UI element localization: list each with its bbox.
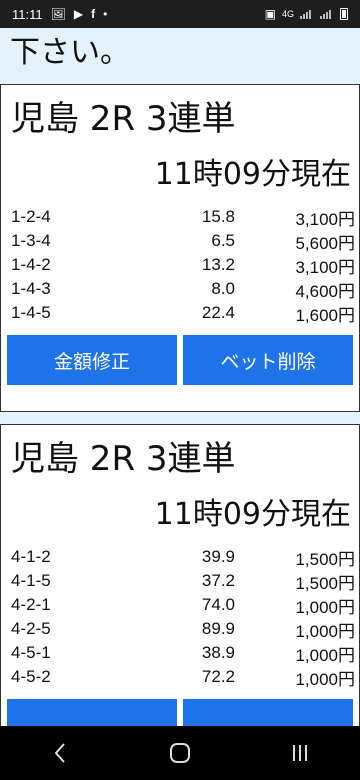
status-bar: 11:11 🖼 ▶ f • ▣ 4G bbox=[0, 0, 360, 28]
edit-amount-button[interactable] bbox=[7, 699, 177, 726]
odds: 39.9 bbox=[201, 547, 235, 566]
combo: 1-2-4 bbox=[11, 207, 51, 226]
amount: 1,000円 bbox=[295, 669, 355, 689]
combo: 4-2-1 bbox=[11, 595, 51, 614]
odds: 6.5 bbox=[211, 231, 235, 250]
delete-bet-button[interactable] bbox=[183, 699, 353, 726]
battery-saver-icon: ▣ bbox=[264, 7, 276, 21]
home-icon bbox=[170, 743, 190, 763]
combo: 4-2-5 bbox=[11, 619, 51, 638]
combo: 1-4-5 bbox=[11, 303, 51, 322]
combo: 1-3-4 bbox=[11, 231, 51, 250]
bet-row: 4-5-2 72.2 1,000円 bbox=[1, 665, 359, 689]
odds: 74.0 bbox=[201, 595, 235, 614]
bet-row: 1-3-4 6.5 5,600円 bbox=[1, 229, 359, 253]
odds: 37.2 bbox=[201, 571, 235, 590]
bet-list: 4-1-2 39.9 1,500円 4-1-5 37.2 1,500円 4-2-… bbox=[1, 545, 359, 689]
amount: 3,100円 bbox=[295, 209, 355, 229]
time-label: 11時09分現在 bbox=[154, 497, 351, 532]
4g-icon: 4G bbox=[281, 8, 294, 19]
dot-icon: • bbox=[103, 7, 108, 21]
home-button[interactable] bbox=[150, 733, 210, 773]
amount: 5,600円 bbox=[295, 233, 355, 253]
bet-row: 4-2-5 89.9 1,000円 bbox=[1, 617, 359, 641]
navigation-bar bbox=[0, 726, 360, 780]
amount: 1,600円 bbox=[295, 305, 355, 325]
image-icon: 🖼 bbox=[50, 7, 66, 21]
combo: 4-5-2 bbox=[11, 667, 51, 686]
play-icon: ▶ bbox=[73, 7, 84, 21]
amount: 1,000円 bbox=[295, 621, 355, 641]
edit-amount-button[interactable]: 金額修正 bbox=[7, 335, 177, 385]
facebook-icon: f bbox=[91, 7, 96, 21]
bet-row: 1-4-5 22.4 1,600円 bbox=[1, 301, 359, 325]
scroll-view[interactable]: 下さい。 児島 2R 3連単 11時09分現在 1-2-4 15.8 3,100… bbox=[0, 28, 360, 726]
amount: 1,000円 bbox=[295, 645, 355, 665]
battery-icon bbox=[340, 8, 348, 20]
amount: 1,500円 bbox=[295, 549, 355, 569]
bet-list: 1-2-4 15.8 3,100円 1-3-4 6.5 5,600円 1-4-2… bbox=[1, 205, 359, 325]
signal-icon bbox=[320, 9, 334, 19]
odds: 22.4 bbox=[201, 303, 235, 322]
bet-row: 4-5-1 38.9 1,000円 bbox=[1, 641, 359, 665]
recents-icon bbox=[293, 745, 307, 761]
bet-row: 1-2-4 15.8 3,100円 bbox=[1, 205, 359, 229]
combo: 1-4-2 bbox=[11, 255, 51, 274]
signal-icon bbox=[300, 9, 314, 19]
odds: 8.0 bbox=[211, 279, 235, 298]
back-button[interactable] bbox=[30, 733, 90, 773]
status-time: 11:11 bbox=[12, 6, 43, 22]
bet-row: 4-1-2 39.9 1,500円 bbox=[1, 545, 359, 569]
bet-row: 4-1-5 37.2 1,500円 bbox=[1, 569, 359, 593]
bet-row: 4-2-1 74.0 1,000円 bbox=[1, 593, 359, 617]
combo: 4-1-5 bbox=[11, 571, 51, 590]
odds: 13.2 bbox=[201, 255, 235, 274]
odds: 38.9 bbox=[201, 643, 235, 662]
combo: 4-5-1 bbox=[11, 643, 51, 662]
amount: 3,100円 bbox=[295, 257, 355, 277]
odds: 72.2 bbox=[201, 667, 235, 686]
amount: 4,600円 bbox=[295, 281, 355, 301]
bet-row: 1-4-2 13.2 3,100円 bbox=[1, 253, 359, 277]
amount: 1,500円 bbox=[295, 573, 355, 593]
combo: 4-1-2 bbox=[11, 547, 51, 566]
odds: 15.8 bbox=[201, 207, 235, 226]
back-icon bbox=[54, 743, 65, 763]
bet-card: 児島 2R 3連単 11時09分現在 4-1-2 39.9 1,500円 4-1… bbox=[0, 424, 360, 726]
bet-row: 1-4-3 8.0 4,600円 bbox=[1, 277, 359, 301]
combo: 1-4-3 bbox=[11, 279, 51, 298]
amount: 1,000円 bbox=[295, 597, 355, 617]
delete-bet-button[interactable]: ベット削除 bbox=[183, 335, 353, 385]
race-title: 児島 2R 3連単 bbox=[11, 99, 236, 139]
race-title: 児島 2R 3連単 bbox=[11, 439, 236, 479]
instruction-text: 下さい。 bbox=[10, 35, 130, 70]
odds: 89.9 bbox=[201, 619, 235, 638]
bet-card: 児島 2R 3連単 11時09分現在 1-2-4 15.8 3,100円 1-3… bbox=[0, 84, 360, 412]
time-label: 11時09分現在 bbox=[154, 157, 351, 192]
recents-button[interactable] bbox=[270, 733, 330, 773]
